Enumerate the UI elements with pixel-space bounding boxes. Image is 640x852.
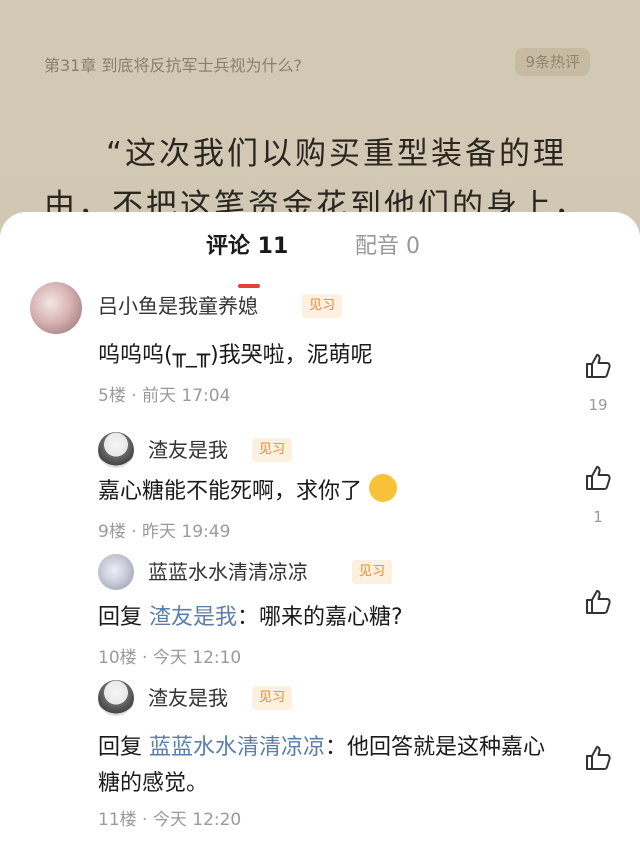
- comment-item: 渣友是我 见习 嘉心糖能不能死啊，求你了 9楼 · 昨天 19:49 1: [0, 430, 640, 550]
- like-count: 1: [593, 508, 603, 526]
- tab-comments[interactable]: 评论 11: [206, 232, 288, 262]
- avatar-icon[interactable]: [98, 680, 134, 716]
- like-icon[interactable]: [584, 352, 612, 380]
- level-badge: 见习: [252, 686, 293, 710]
- level-badge: 见习: [252, 438, 293, 462]
- like-icon[interactable]: [584, 588, 612, 616]
- avatar-icon[interactable]: [98, 432, 134, 468]
- comment-username[interactable]: 渣友是我: [148, 684, 228, 712]
- reply-mention[interactable]: 渣友是我: [149, 605, 237, 630]
- comment-item: 吕小鱼是我童养媳 见习 呜呜呜(╥_╥)我哭啦，泥萌呢 5楼 · 前天 17:0…: [0, 282, 640, 414]
- comment-username[interactable]: 蓝蓝水水清清凉凉: [148, 558, 308, 586]
- like-count: 19: [588, 396, 608, 414]
- level-badge: 见习: [302, 294, 343, 318]
- sweat-smile-emoji: [369, 474, 398, 502]
- comment-text: 呜呜呜(╥_╥)我哭啦，泥萌呢: [98, 343, 373, 368]
- comment-username[interactable]: 渣友是我: [148, 436, 228, 464]
- avatar-icon[interactable]: [98, 554, 134, 590]
- comment-meta: 11楼 · 今天 12:20: [98, 810, 242, 830]
- reply-mention[interactable]: 蓝蓝水水清清凉凉: [149, 735, 325, 760]
- comment-text-body: 嘉心糖能不能死啊，求你了: [98, 479, 363, 504]
- comment-text: 回复 蓝蓝水水清清凉凉：他回答就是这种嘉心糖的感觉。: [98, 730, 548, 802]
- tab-bar: 评论 11 配音 0: [0, 232, 640, 288]
- comment-text-body: ：哪来的嘉心糖?: [237, 605, 403, 630]
- like-icon[interactable]: [584, 464, 612, 492]
- comment-text: 回复 渣友是我：哪来的嘉心糖?: [98, 600, 403, 636]
- hot-comments-badge[interactable]: 9条热评: [515, 48, 590, 76]
- comment-meta: 5楼 · 前天 17:04: [98, 386, 231, 406]
- level-badge: 见习: [352, 560, 393, 584]
- chapter-title: 第31章 到底将反抗军士兵视为什么?: [44, 56, 302, 75]
- comment-meta: 9楼 · 昨天 19:49: [98, 522, 231, 542]
- comment-text: 嘉心糖能不能死啊，求你了: [98, 474, 398, 510]
- reply-label: 回复: [98, 605, 143, 630]
- comment-username[interactable]: 吕小鱼是我童养媳: [98, 292, 258, 320]
- comment-item: 渣友是我 见习 回复 蓝蓝水水清清凉凉：他回答就是这种嘉心糖的感觉。 11楼 ·…: [0, 678, 640, 848]
- reply-label: 回复: [98, 735, 143, 760]
- like-icon[interactable]: [584, 744, 612, 772]
- comment-item: 蓝蓝水水清清凉凉 见习 回复 渣友是我：哪来的嘉心糖? 10楼 · 今天 12:…: [0, 552, 640, 672]
- comment-sheet: 评论 11 配音 0 吕小鱼是我童养媳 见习 呜呜呜(╥_╥)我哭啦，泥萌呢 5…: [0, 212, 640, 852]
- comment-meta: 10楼 · 今天 12:10: [98, 648, 242, 668]
- tab-dubbing[interactable]: 配音 0: [355, 232, 420, 262]
- avatar-icon[interactable]: [30, 282, 82, 334]
